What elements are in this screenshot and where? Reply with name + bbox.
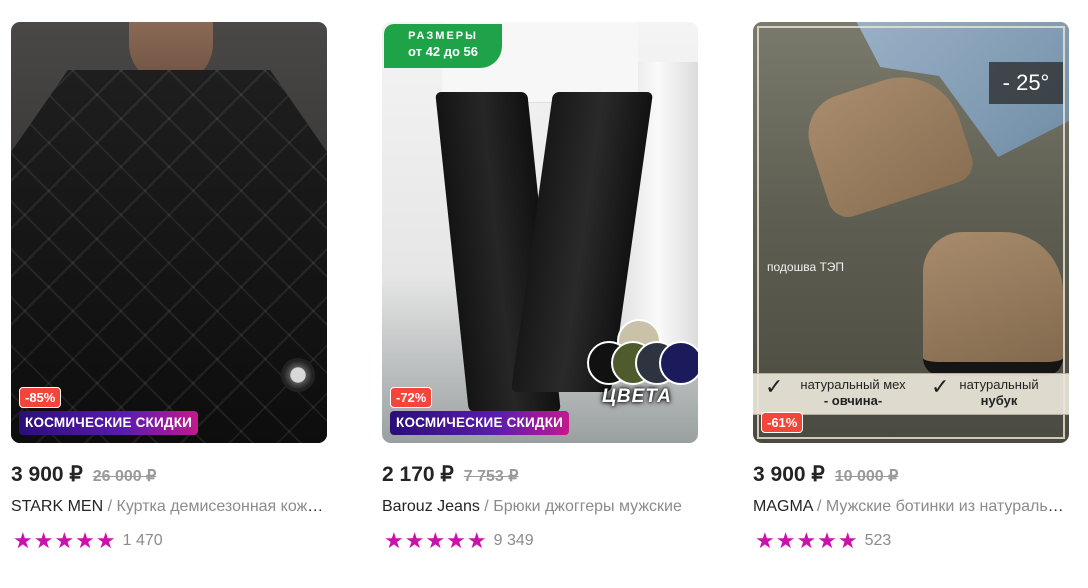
discount-badge: -61% xyxy=(761,412,804,433)
sole-label: подошва ТЭП xyxy=(767,260,845,274)
star-icons: ★★★★★ xyxy=(13,528,117,553)
title-separator: / xyxy=(479,498,494,515)
brand-name: Barouz Jeans xyxy=(382,498,480,515)
color-swatches xyxy=(587,319,698,387)
size-badge-range: от 42 до 56 xyxy=(408,44,478,59)
temperature-badge: - 25° xyxy=(989,62,1063,104)
promo-badge: КОСМИЧЕСКИЕ СКИДКИ xyxy=(390,411,570,435)
product-image-jacket[interactable]: -85% КОСМИЧЕСКИЕ СКИДКИ xyxy=(11,22,327,443)
old-price: 7 753 ₽ xyxy=(463,468,519,485)
product-name: Мужские ботинки из натуральной кожи xyxy=(825,498,1069,515)
product-title[interactable]: MAGMA / Мужские ботинки из натуральной к… xyxy=(753,498,1069,516)
check-icon: ✓ xyxy=(765,374,784,399)
feature-fur-line2: - овчина- xyxy=(823,393,883,408)
current-price: 3 900 ₽ xyxy=(753,463,825,486)
product-name: Куртка демисезонная кожаная xyxy=(116,498,328,515)
size-range-badge: РАЗМЕРЫ от 42 до 56 xyxy=(384,24,502,68)
product-title[interactable]: STARK MEN / Куртка демисезонная кожаная xyxy=(11,498,327,516)
product-image-boots[interactable]: - 25° подошва ТЭП ✓ натуральный мех - ов… xyxy=(753,22,1069,443)
discount-badge: -72% xyxy=(390,387,433,408)
product-image-pants[interactable]: РАЗМЕРЫ от 42 до 56 ЦВЕТА -72% КОСМИЧЕСК… xyxy=(382,22,698,443)
review-count: 1 470 xyxy=(122,532,163,549)
review-count: 523 xyxy=(864,532,892,549)
brand-name: MAGMA xyxy=(753,498,813,515)
features-strip: ✓ натуральный мех - овчина- ✓ натуральны… xyxy=(753,373,1069,415)
title-separator: / xyxy=(812,498,826,515)
product-name: Брюки джоггеры мужские xyxy=(493,498,682,515)
feature-nubuck-line1: натуральный xyxy=(959,377,1039,392)
colors-label: ЦВЕТА xyxy=(602,386,672,407)
star-icons: ★★★★★ xyxy=(384,528,488,553)
old-price: 26 000 ₽ xyxy=(92,468,157,485)
rating: ★★★★★ 9 349 xyxy=(384,528,534,553)
product-card[interactable]: РАЗМЕРЫ от 42 до 56 ЦВЕТА -72% КОСМИЧЕСК… xyxy=(382,22,698,582)
price-block: 3 900 ₽ 10 000 ₽ xyxy=(753,462,898,488)
brand-name: STARK MEN xyxy=(11,498,104,515)
product-card[interactable]: - 25° подошва ТЭП ✓ натуральный мех - ов… xyxy=(753,22,1069,582)
discount-badge: -85% xyxy=(19,387,62,408)
old-price: 10 000 ₽ xyxy=(834,468,899,485)
color-swatch xyxy=(659,341,698,385)
product-card[interactable]: -85% КОСМИЧЕСКИЕ СКИДКИ 3 900 ₽26 000 ₽ … xyxy=(11,22,327,582)
watch-image xyxy=(281,358,315,392)
price-block: 3 900 ₽ 26 000 ₽ xyxy=(11,462,156,488)
star-icons: ★★★★★ xyxy=(755,528,859,553)
feature-fur-line1: натуральный мех xyxy=(800,377,906,392)
rating: ★★★★★ 523 xyxy=(755,528,892,553)
title-separator: / xyxy=(103,498,117,515)
current-price: 2 170 ₽ xyxy=(382,463,454,486)
price-block: 2 170 ₽ 7 753 ₽ xyxy=(382,462,518,488)
rating: ★★★★★ 1 470 xyxy=(13,528,163,553)
feature-fur: ✓ натуральный мех - овчина- xyxy=(765,376,923,409)
promo-badge: КОСМИЧЕСКИЕ СКИДКИ xyxy=(19,411,199,435)
product-title[interactable]: Barouz Jeans / Брюки джоггеры мужские xyxy=(382,498,698,516)
current-price: 3 900 ₽ xyxy=(11,463,83,486)
size-badge-title: РАЗМЕРЫ xyxy=(408,30,478,42)
check-icon: ✓ xyxy=(931,374,950,399)
review-count: 9 349 xyxy=(493,532,534,549)
feature-nubuck-line2: нубук xyxy=(980,393,1018,408)
feature-nubuck: ✓ натуральный нубук xyxy=(931,376,1049,409)
